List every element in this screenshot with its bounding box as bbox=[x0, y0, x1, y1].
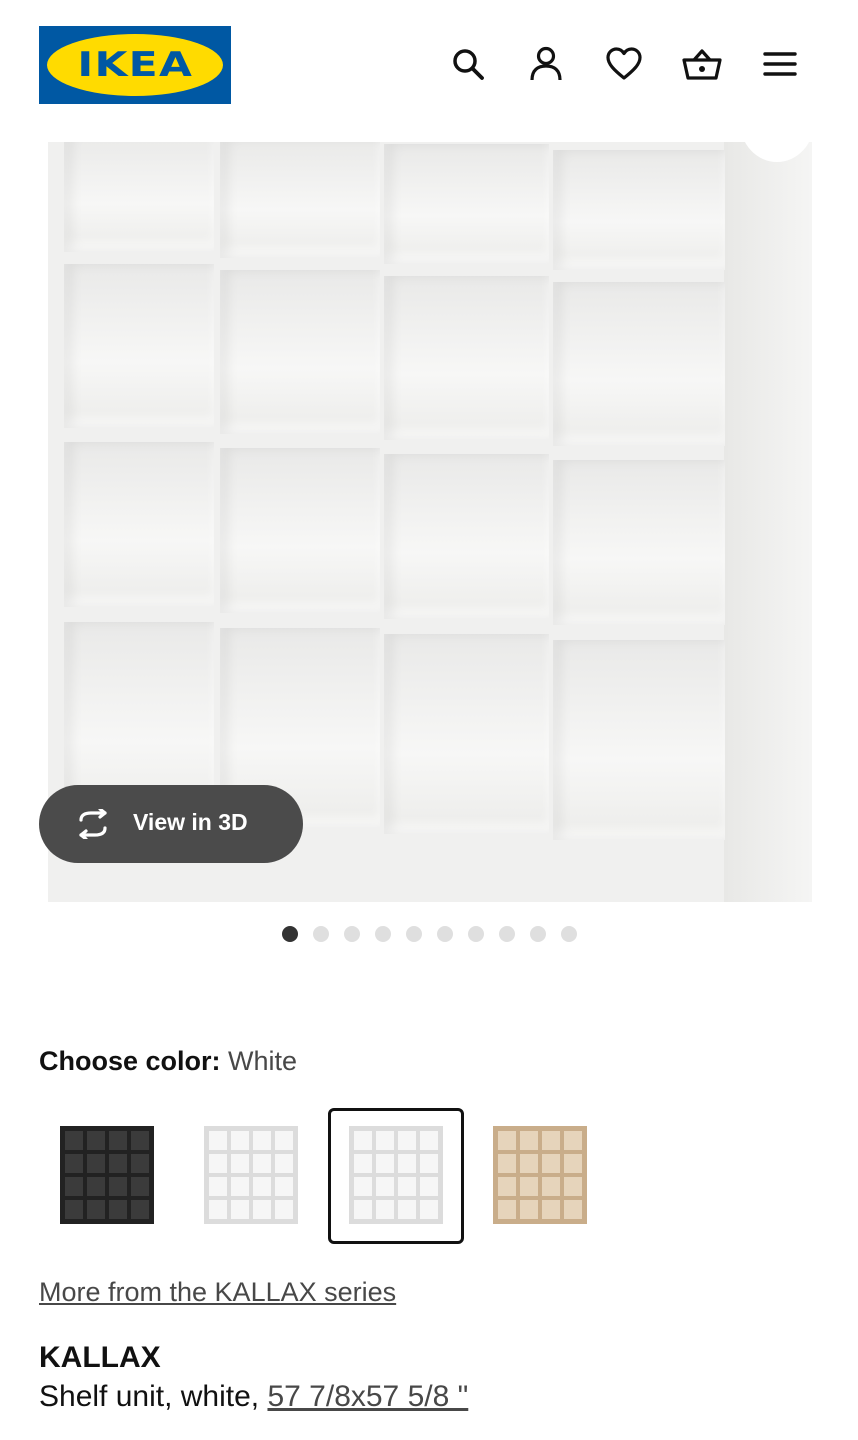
color-swatch-oak[interactable] bbox=[472, 1108, 608, 1244]
profile-icon bbox=[530, 46, 562, 81]
heart-icon bbox=[606, 47, 642, 80]
menu-button[interactable] bbox=[758, 42, 802, 86]
image-pagination bbox=[282, 926, 577, 942]
basket-icon bbox=[682, 49, 722, 80]
product-size-link[interactable]: 57 7/8x57 5/8 " bbox=[267, 1380, 468, 1413]
shelf-thumbnail-white bbox=[349, 1126, 443, 1224]
ikea-logo[interactable]: IKEA bbox=[39, 26, 231, 104]
color-swatch-white[interactable] bbox=[183, 1108, 319, 1244]
shelf-cube bbox=[553, 640, 725, 840]
view-in-3d-button[interactable]: View in 3D bbox=[39, 785, 303, 863]
shelf-cube bbox=[384, 144, 549, 264]
color-chooser-label: Choose color: White bbox=[39, 1046, 297, 1077]
shelf-cube bbox=[64, 142, 214, 252]
view-in-3d-label: View in 3D bbox=[133, 809, 248, 835]
pagination-dot[interactable] bbox=[344, 926, 360, 942]
pagination-dot[interactable] bbox=[313, 926, 329, 942]
shelf-cube bbox=[220, 270, 380, 434]
shelf-thumbnail-white bbox=[204, 1126, 298, 1224]
shelf-cube bbox=[220, 142, 380, 258]
shelf-thumbnail-black bbox=[60, 1126, 154, 1224]
pagination-dot[interactable] bbox=[437, 926, 453, 942]
basket-button[interactable] bbox=[680, 42, 724, 86]
pagination-dot[interactable] bbox=[530, 926, 546, 942]
series-link[interactable]: More from the KALLAX series bbox=[39, 1277, 396, 1308]
product-type: Shelf unit, white, bbox=[39, 1380, 260, 1413]
color-swatch-black-brown[interactable] bbox=[39, 1108, 175, 1244]
logo-oval: IKEA bbox=[47, 34, 223, 96]
color-swatch-white-selected[interactable] bbox=[328, 1108, 464, 1244]
search-button[interactable] bbox=[446, 42, 490, 86]
shelf-cube bbox=[384, 634, 549, 834]
header: IKEA bbox=[0, 0, 858, 130]
search-icon bbox=[453, 49, 484, 80]
shelf-side bbox=[724, 142, 812, 902]
pagination-dot[interactable] bbox=[468, 926, 484, 942]
pagination-dot[interactable] bbox=[375, 926, 391, 942]
shelf-cube bbox=[553, 460, 725, 625]
pagination-dot[interactable] bbox=[406, 926, 422, 942]
product-name: KALLAX bbox=[39, 1341, 161, 1374]
menu-icon bbox=[763, 52, 797, 76]
product-description: Shelf unit, white, 57 7/8x57 5/8 " bbox=[39, 1380, 468, 1414]
shelf-cube bbox=[553, 282, 725, 446]
choose-color-label: Choose color: bbox=[39, 1046, 221, 1076]
shelf-cube bbox=[64, 442, 214, 607]
shelf-cube bbox=[553, 150, 725, 270]
shelf-cube bbox=[384, 454, 549, 619]
pagination-dot[interactable] bbox=[282, 926, 298, 942]
selected-color-value: White bbox=[228, 1046, 298, 1076]
rotate-3d-icon bbox=[79, 809, 107, 839]
shelf-cube bbox=[64, 264, 214, 428]
shelf-cube bbox=[220, 448, 380, 613]
pagination-dot[interactable] bbox=[561, 926, 577, 942]
favorites-button[interactable] bbox=[602, 42, 646, 86]
logo-text: IKEA bbox=[77, 45, 193, 85]
shelf-thumbnail-oak bbox=[493, 1126, 587, 1224]
profile-button[interactable] bbox=[524, 42, 568, 86]
shelf-cube bbox=[384, 276, 549, 440]
pagination-dot[interactable] bbox=[499, 926, 515, 942]
